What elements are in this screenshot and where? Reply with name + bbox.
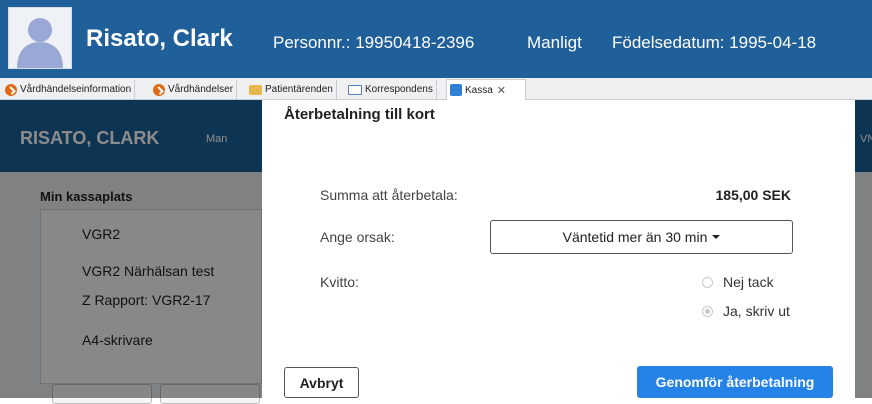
tab-patientarenden[interactable]: Patientärenden [246,80,337,99]
cancel-button[interactable]: Avbryt [284,367,359,398]
tab-label: Vårdhändelseinformation [20,84,132,95]
avatar-icon [8,7,72,69]
patient-personnr: Personnr.: 19950418-2396 [273,33,475,52]
amount-value: 185,00 SEK [715,187,792,203]
reason-selected-value: Väntetid mer än 30 min [562,229,708,245]
tab-vardhandelseinformation[interactable]: Vårdhändelseinformation [2,80,136,99]
receipt-option-nej[interactable]: Nej tack [702,274,774,290]
tab-kassa[interactable]: Kassa ✕ [446,79,526,100]
tab-label: Patientärenden [265,84,333,95]
refund-dialog: Återbetalning till kort Summa att återbe… [262,100,855,398]
orange-check-icon [153,83,165,96]
patient-dob: Födelsedatum: 1995-04-18 [612,33,817,52]
tab-vardhandelser[interactable]: Vårdhändelser [150,80,238,99]
radio-checked-icon[interactable] [702,305,713,317]
radio-unchecked-icon[interactable] [702,276,713,288]
reason-select[interactable]: Väntetid mer än 30 min [490,220,793,254]
confirm-refund-button[interactable]: Genomför återbetalning [637,366,833,398]
folder-icon [249,84,262,95]
tab-korrespondens[interactable]: Korrespondens [345,80,437,99]
patient-name: Risato, Clark [86,25,233,52]
receipt-option-ja[interactable]: Ja, skriv ut [702,303,790,319]
patient-gender: Manligt [527,33,582,52]
kassa-icon [450,84,462,96]
patient-header: Risato, Clark Personnr.: 19950418-2396 M… [0,0,872,78]
tab-label: Vårdhändelser [168,84,234,95]
tab-label: Korrespondens [365,84,433,95]
tab-bar: Vårdhändelseinformation Vårdhändelser Pa… [0,78,872,100]
caret-down-icon [712,235,721,239]
tab-label: Kassa [465,84,493,96]
mail-icon [348,84,362,95]
amount-label: Summa att återbetala: [320,187,458,203]
receipt-option-label: Ja, skriv ut [723,303,790,319]
receipt-label: Kvitto: [320,274,359,290]
reason-label: Ange orsak: [320,229,395,245]
dialog-title: Återbetalning till kort [284,106,435,123]
orange-check-icon [5,83,17,96]
close-icon[interactable]: ✕ [497,84,506,97]
receipt-option-label: Nej tack [723,274,774,290]
